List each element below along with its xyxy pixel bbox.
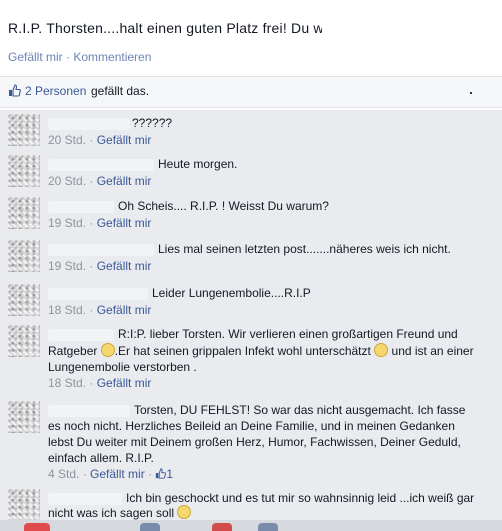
comment-time[interactable]: 18 Std. <box>48 376 86 390</box>
comment-text: Heute morgen. <box>158 157 238 171</box>
comment-meta: 19 Std. · Gefällt mir <box>48 259 152 273</box>
comment-text-line: Ratgeber .Er hat seinen grippalen Infekt… <box>48 343 474 360</box>
taskbar-app-icon[interactable] <box>140 523 160 531</box>
post-text: R.I.P. Thorsten....halt einen guten Plat… <box>8 20 332 36</box>
comment-text: R:I:P. lieber Torsten. Wir verlieren ein… <box>118 327 458 341</box>
avatar[interactable] <box>8 325 40 357</box>
comment-time[interactable]: 20 Std. <box>48 174 86 188</box>
comment-time[interactable]: 19 Std. <box>48 216 86 230</box>
comment-like-button[interactable]: Gefällt mir <box>97 133 152 147</box>
taskbar-strip <box>0 520 502 531</box>
avatar[interactable] <box>8 114 40 146</box>
author-name[interactable] <box>48 288 148 300</box>
comment-text-line: lebst Du weiter mit Deinem großen Herz, … <box>48 435 461 449</box>
post-actions: Gefällt mir · Kommentieren <box>8 50 151 64</box>
author-name[interactable] <box>48 329 114 341</box>
avatar[interactable] <box>8 197 40 229</box>
comment-text: Leider Lungenembolie....R.I.P <box>152 286 311 300</box>
comment-text-part: und ist an einer <box>388 344 474 358</box>
avatar[interactable] <box>8 155 40 187</box>
post-like-button[interactable]: Gefällt mir <box>8 50 63 64</box>
comment-button[interactable]: Kommentieren <box>73 50 151 64</box>
taskbar-app-icon[interactable] <box>212 523 232 531</box>
sad-face-icon <box>374 343 389 357</box>
avatar[interactable] <box>8 240 40 272</box>
likes-suffix: gefällt das. <box>91 84 150 98</box>
comment-meta: 20 Std. · Gefällt mir <box>48 133 152 147</box>
comment-like-button[interactable]: Gefällt mir <box>97 174 152 188</box>
author-name[interactable] <box>48 493 122 505</box>
avatar[interactable] <box>8 489 40 521</box>
redacted-area <box>322 10 502 70</box>
comment-meta: 19 Std. · Gefällt mir <box>48 216 152 230</box>
comment-text-part: .Er hat seinen grippalen Infekt wohl unt… <box>114 344 375 358</box>
likes-bar: 2 Personen gefällt das. <box>0 76 502 108</box>
comment-like-count[interactable]: 1 <box>166 467 173 481</box>
author-name[interactable] <box>48 159 154 171</box>
smiley-icon <box>177 505 192 519</box>
comment-text: Lies mal seinen letzten post.......näher… <box>158 242 451 256</box>
author-name[interactable] <box>48 201 114 213</box>
comment-text: ?????? <box>132 116 173 130</box>
comment-meta: 20 Std. · Gefällt mir <box>48 174 152 188</box>
avatar[interactable] <box>8 284 40 316</box>
comment-meta: 4 Std. · Gefällt mir · 1 <box>48 467 174 481</box>
author-name[interactable] <box>48 405 130 417</box>
divider-dot <box>470 92 472 94</box>
comment-text: Oh Scheis.... R.I.P. ! Weisst Du warum? <box>118 199 329 213</box>
comment-text-part: Ratgeber <box>48 344 101 358</box>
comment-like-button[interactable]: Gefällt mir <box>97 259 152 273</box>
comment-time[interactable]: 18 Std. <box>48 303 86 317</box>
comment-time[interactable]: 4 Std. <box>48 467 79 481</box>
comment-text-line: es noch nicht. Herzliches Beileid an Dei… <box>48 419 455 433</box>
avatar[interactable] <box>8 401 40 433</box>
comment-text: Torsten, DU FEHLST! So war das nicht aus… <box>134 403 466 417</box>
comment-meta: 18 Std. · Gefällt mir <box>48 303 152 317</box>
comment-text-line: Lungenembolie verstorben . <box>48 360 197 374</box>
thumbs-up-icon <box>9 84 21 97</box>
thumbs-up-icon <box>156 468 167 479</box>
comment-like-button[interactable]: Gefällt mir <box>97 303 152 317</box>
comment-meta: 18 Std. · Gefällt mir <box>48 376 152 390</box>
comment-time[interactable]: 20 Std. <box>48 133 86 147</box>
taskbar-app-icon[interactable] <box>24 523 50 531</box>
taskbar-app-icon[interactable] <box>258 523 278 531</box>
sad-face-icon <box>100 343 115 357</box>
author-name[interactable] <box>48 244 154 256</box>
separator: · <box>62 50 74 64</box>
comment-like-button[interactable]: Gefällt mir <box>97 216 152 230</box>
author-name[interactable] <box>48 118 130 130</box>
comment-like-button[interactable]: Gefällt mir <box>90 467 145 481</box>
comment-time[interactable]: 19 Std. <box>48 259 86 273</box>
likes-count-link[interactable]: 2 Personen <box>25 84 86 98</box>
comment-text-part: nicht was ich sagen soll <box>48 506 178 520</box>
comment-like-button[interactable]: Gefällt mir <box>97 376 152 390</box>
comment-text-line: einfach allem. R.I.P. <box>48 451 154 465</box>
